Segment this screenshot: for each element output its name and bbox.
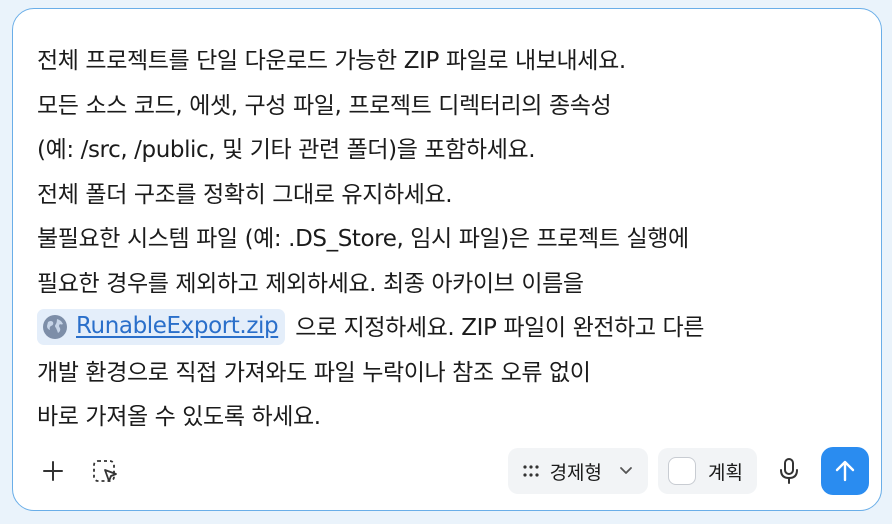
toolbar-left-group [35,453,123,489]
arrow-up-icon [835,460,855,482]
add-attachment-button[interactable] [35,453,71,489]
prompt-line: 불필요한 시스템 파일 (예: .DS_Store, 임시 파일)은 프로젝트 … [37,226,689,252]
prompt-line: 바로 가져올 수 있도록 하세요. [37,404,321,430]
plan-toggle[interactable]: 계획 [658,448,757,494]
globe-icon [43,314,67,339]
file-link-label: RunableExport.zip [76,313,279,340]
prompt-line: 개발 환경으로 직접 가져와도 파일 누락이나 참조 오류 없이 [37,359,591,386]
model-selector[interactable]: 경제형 [507,448,649,494]
prompt-text-after-chip: 으로 지정하세요. ZIP 파일이 완전하고 다른 [295,315,705,341]
grid-dots-icon [522,465,539,477]
prompt-line-with-chip: RunableExport.zip 으로 지정하세요. ZIP 파일이 완전하고… [37,306,867,351]
microphone-button[interactable] [767,449,811,493]
prompt-composer: 전체 프로젝트를 단일 다운로드 가능한 ZIP 파일로 내보내세요. 모든 소… [12,8,882,511]
select-screenshot-button[interactable] [87,453,123,489]
model-selector-label: 경제형 [549,461,603,484]
send-button[interactable] [821,447,869,495]
select-screenshot-icon [93,460,117,482]
prompt-line: (예: /src, /public, 및 기타 관련 폴더)을 포함하세요. [37,137,536,163]
file-link-chip[interactable]: RunableExport.zip [37,308,286,345]
toolbar-right-group: 경제형 계획 [507,447,869,495]
plan-checkbox[interactable] [668,457,697,485]
microphone-icon [780,458,798,484]
composer-toolbar: 경제형 계획 [13,447,881,495]
plus-icon [43,461,63,481]
chevron-down-icon [620,467,632,474]
app-background: 전체 프로젝트를 단일 다운로드 가능한 ZIP 파일로 내보내세요. 모든 소… [0,0,892,524]
prompt-line: 필요한 경우를 제외하고 제외하세요. 최종 아카이브 이름을 [37,270,584,297]
prompt-line: 전체 프로젝트를 단일 다운로드 가능한 ZIP 파일로 내보내세요. [37,48,626,74]
prompt-text-area[interactable]: 전체 프로젝트를 단일 다운로드 가능한 ZIP 파일로 내보내세요. 모든 소… [37,39,867,440]
plan-toggle-label: 계획 [708,461,743,484]
prompt-line: 전체 폴더 구조를 정확히 그대로 유지하세요. [37,181,453,208]
prompt-line: 모든 소스 코드, 에셋, 구성 파일, 프로젝트 디렉터리의 종속성 [37,92,612,119]
